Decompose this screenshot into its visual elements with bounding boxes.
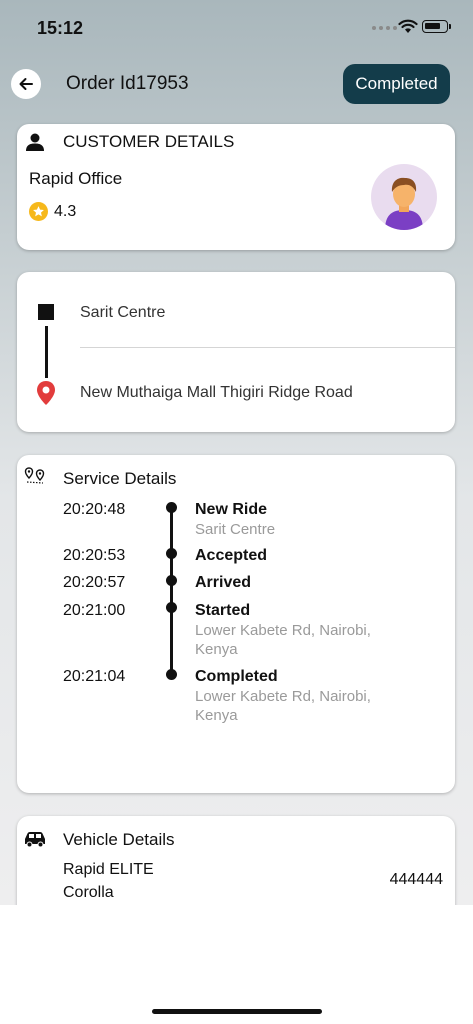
- pickup-address: Sarit Centre: [80, 304, 166, 321]
- vehicle-plate: 444444: [389, 871, 443, 888]
- section-title: Service Details: [63, 469, 177, 488]
- timeline-line: [170, 507, 173, 678]
- timeline-time: 20:21:00: [63, 602, 126, 619]
- arrow-left-icon: [19, 78, 33, 90]
- timeline-dot: [166, 502, 177, 513]
- battery-icon: [422, 20, 451, 33]
- dropoff-address: New Muthaiga Mall Thigiri Ridge Road: [80, 384, 353, 401]
- timeline-dot: [166, 602, 177, 613]
- timeline-time: 20:20:57: [63, 574, 126, 591]
- bottom-area: [0, 905, 473, 1024]
- page-title: Order Id17953: [66, 73, 189, 94]
- rating-value: 4.3: [54, 202, 77, 220]
- timeline-event: Completed: [195, 668, 278, 685]
- person-icon: [26, 133, 44, 151]
- star-icon: [29, 202, 48, 221]
- timeline-location: Lower Kabete Rd, Nairobi, Kenya: [195, 622, 371, 658]
- section-title: CUSTOMER DETAILS: [63, 132, 235, 151]
- status-badge: Completed: [343, 64, 450, 104]
- timeline-dot: [166, 548, 177, 559]
- back-button[interactable]: [11, 69, 41, 99]
- divider: [80, 347, 455, 348]
- route-pins-icon: [24, 467, 45, 484]
- location-pin-icon: [37, 381, 55, 405]
- pickup-square-icon: [38, 304, 54, 320]
- timeline-event: Started: [195, 602, 251, 619]
- section-title: Vehicle Details: [63, 830, 175, 849]
- route-connector: [45, 326, 48, 378]
- timeline-location: Lower Kabete Rd, Nairobi, Kenya: [195, 688, 371, 724]
- customer-rating: 4.3: [29, 202, 76, 221]
- wifi-icon: [398, 19, 418, 33]
- cellular-signal-icon: [372, 26, 397, 30]
- timeline-event: Accepted: [195, 547, 268, 564]
- status-time: 15:12: [37, 18, 84, 38]
- home-indicator[interactable]: [152, 1009, 322, 1014]
- timeline-time: 20:20:48: [63, 501, 126, 518]
- vehicle-name: Rapid ELITE Corolla: [63, 861, 154, 901]
- timeline-time: 20:21:04: [63, 668, 126, 685]
- status-bar: 15:12: [0, 0, 473, 50]
- timeline-dot: [166, 669, 177, 680]
- service-details-card: Service Details 20:20:48 New Ride Sarit …: [17, 455, 455, 793]
- timeline-event: Arrived: [195, 574, 252, 591]
- timeline-time: 20:20:53: [63, 547, 126, 564]
- customer-details-card: CUSTOMER DETAILS Rapid Office 4.3: [17, 124, 455, 250]
- route-card: Sarit Centre New Muthaiga Mall Thigiri R…: [17, 272, 455, 432]
- car-icon: [25, 832, 45, 848]
- customer-name: Rapid Office: [29, 169, 123, 188]
- timeline-dot: [166, 575, 177, 586]
- avatar: [371, 164, 437, 230]
- timeline-event: New Ride: [195, 501, 268, 518]
- timeline-location: Sarit Centre: [195, 521, 276, 538]
